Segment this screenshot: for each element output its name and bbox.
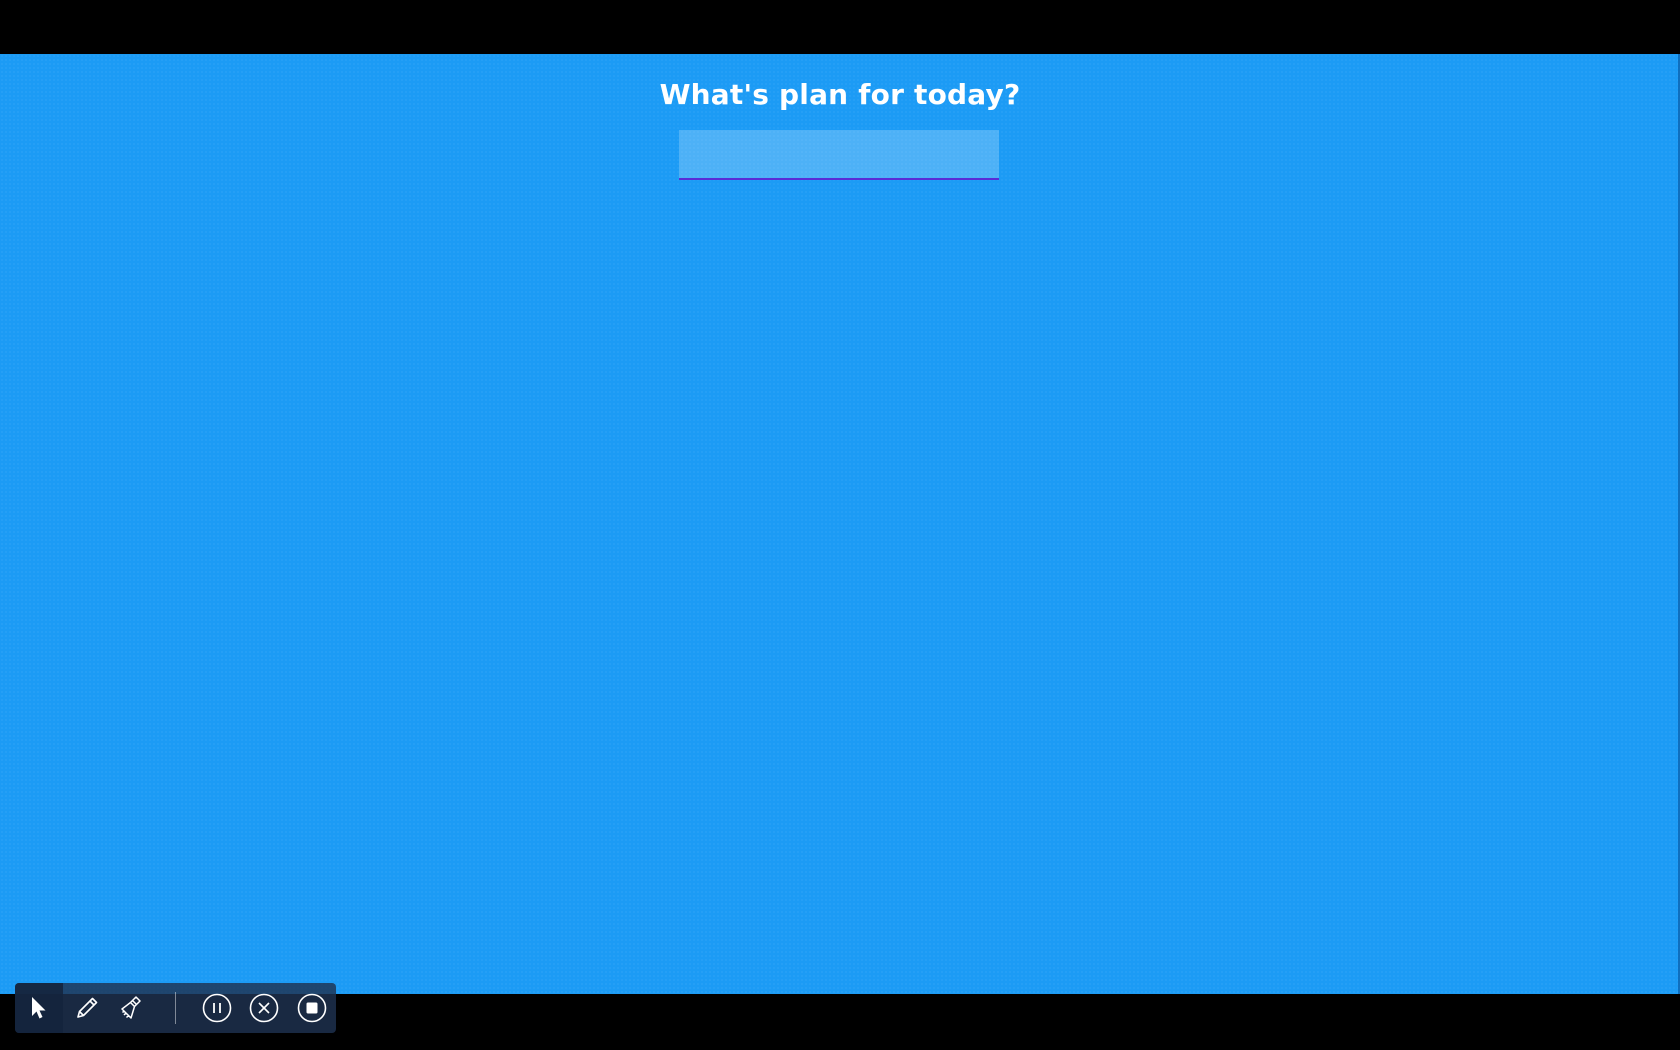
stop-icon [297,993,327,1023]
close-button[interactable] [241,983,289,1033]
task-input[interactable] [679,130,999,180]
page-title: What's plan for today? [659,78,1021,111]
brush-icon [121,996,141,1019]
annotation-toolbar [15,983,336,1033]
stop-button[interactable] [288,983,336,1033]
pencil-icon [76,997,97,1018]
pause-button[interactable] [193,983,241,1033]
cursor-icon [31,997,46,1019]
pen-tool-button[interactable] [63,983,111,1033]
pause-icon [202,993,232,1023]
select-tool-button[interactable] [15,983,63,1033]
toolbar-divider [175,992,176,1024]
app-canvas: What's plan for today? [0,54,1680,1033]
close-icon [250,993,279,1023]
brush-tool-button[interactable] [110,983,158,1033]
